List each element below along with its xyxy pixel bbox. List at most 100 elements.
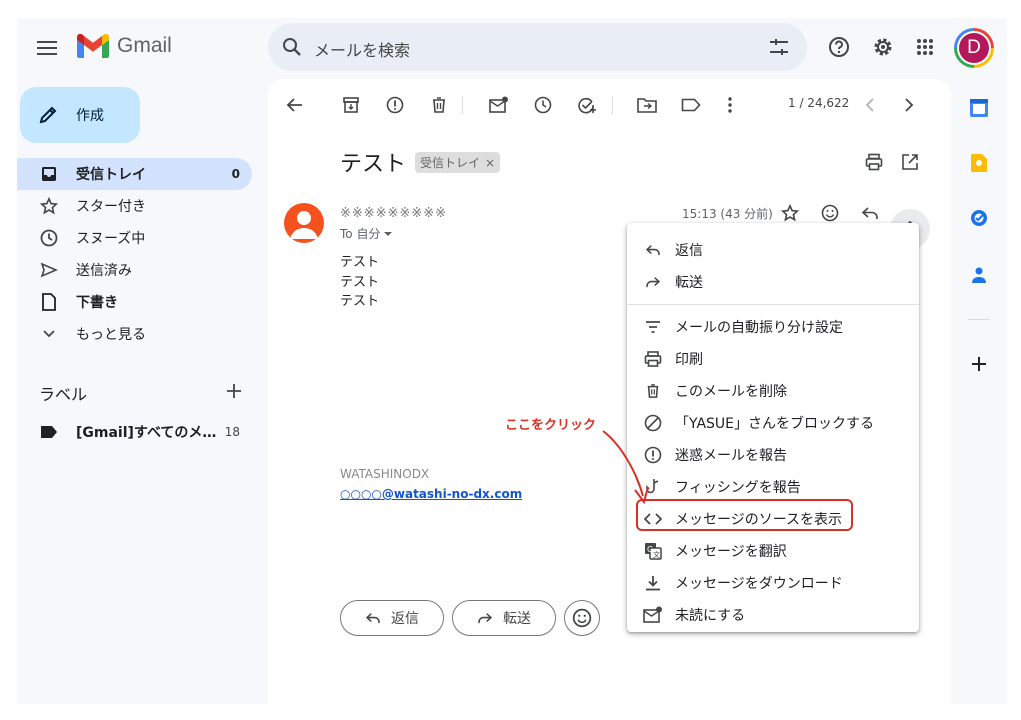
search-bar[interactable]: メールを検索 (268, 23, 807, 71)
menu-item-label: 迷惑メールを報告 (675, 448, 787, 464)
menu-item-label: 「YASUE」さんをブロックする (675, 416, 875, 432)
recipient-details[interactable]: To 自分 (340, 225, 393, 242)
report-spam-icon[interactable] (383, 93, 407, 117)
emoji-reaction-button[interactable] (564, 600, 600, 636)
search-options-icon[interactable] (767, 35, 791, 59)
gmail-app: Gmail メールを検索 D 作成 受信トレイ 0 スター付き スヌーズ中 送信… (17, 18, 1007, 704)
menu-item-translate[interactable]: G文 メッセージを翻訳 (627, 535, 919, 567)
sidebar-item-sent[interactable]: 送信済み (17, 254, 252, 286)
more-options-icon[interactable] (718, 93, 742, 117)
add-task-icon[interactable] (575, 93, 599, 117)
menu-item-label: メールの自動振り分け設定 (675, 320, 843, 336)
inbox-icon (39, 164, 59, 184)
email-time: 15:13 (43 分前) (682, 207, 773, 221)
forward-button[interactable]: 転送 (452, 600, 556, 636)
newer-chevron-icon[interactable] (858, 93, 882, 117)
sidebar-item-drafts[interactable]: 下書き (17, 286, 252, 318)
filter-icon (643, 317, 663, 337)
label-icon[interactable] (679, 93, 703, 117)
menu-item-report-spam[interactable]: 迷惑メールを報告 (627, 439, 919, 471)
message-context-menu: 返信 転送 メールの自動振り分け設定 印刷 このメールを削除 「YASUE」さん… (627, 223, 919, 632)
reply-icon (643, 240, 663, 260)
annotation-arrow-icon (602, 430, 649, 505)
star-message-icon[interactable] (778, 201, 802, 225)
compose-button[interactable]: 作成 (20, 87, 140, 143)
label-chip-text: 受信トレイ (420, 156, 481, 170)
menu-item-label: このメールを削除 (675, 384, 787, 400)
gmail-m-icon (77, 34, 109, 58)
label-item-all-mail[interactable]: [Gmail]すべてのメ… 18 (17, 416, 252, 448)
sidebar-item-starred[interactable]: スター付き (17, 190, 252, 222)
archive-icon[interactable] (339, 93, 363, 117)
body-line: テスト (340, 275, 380, 290)
calendar-icon[interactable] (968, 97, 990, 119)
help-icon[interactable] (827, 35, 851, 59)
signature-email-link[interactable]: ○○○○@watashi-no-dx.com (340, 487, 522, 501)
reply-button[interactable]: 返信 (340, 600, 444, 636)
account-avatar[interactable]: D (954, 28, 994, 68)
menu-item-forward[interactable]: 転送 (627, 266, 919, 298)
menu-item-label: メッセージを翻訳 (675, 544, 787, 560)
body-line: テスト (340, 294, 380, 309)
snooze-clock-icon[interactable] (531, 93, 555, 117)
remove-label-icon[interactable]: × (485, 156, 495, 170)
open-new-window-icon[interactable] (898, 150, 922, 174)
sender-name[interactable]: ※※※※※※※※※ (340, 206, 447, 221)
body-line: テスト (340, 255, 380, 270)
menu-item-label: フィッシングを報告 (675, 480, 801, 496)
chevron-down-icon (39, 324, 59, 344)
sidebar-item-inbox[interactable]: 受信トレイ 0 (17, 158, 252, 190)
recipient-text: To 自分 (340, 227, 381, 241)
emoji-react-icon[interactable] (818, 201, 842, 225)
sidebar-item-label: 受信トレイ (76, 167, 146, 183)
main-menu-icon[interactable] (35, 36, 59, 60)
annotation-highlight-box (636, 499, 853, 531)
sender-avatar[interactable] (284, 203, 324, 243)
reply-label: 返信 (391, 611, 419, 627)
menu-item-print[interactable]: 印刷 (627, 343, 919, 375)
forward-icon (478, 613, 493, 624)
menu-item-filter[interactable]: メールの自動振り分け設定 (627, 311, 919, 343)
settings-gear-icon[interactable] (871, 35, 895, 59)
mark-unread-icon[interactable] (487, 93, 511, 117)
menu-item-download[interactable]: メッセージをダウンロード (627, 567, 919, 599)
compose-label: 作成 (76, 108, 104, 124)
sidebar-item-label: スター付き (76, 199, 146, 215)
move-to-icon[interactable] (635, 93, 659, 117)
side-panel-divider (968, 319, 990, 320)
contacts-icon[interactable] (968, 264, 990, 286)
add-label-icon[interactable] (222, 379, 246, 403)
search-input[interactable]: メールを検索 (314, 37, 410, 61)
label-count: 18 (224, 425, 240, 439)
older-chevron-icon[interactable] (897, 93, 921, 117)
print-all-icon[interactable] (862, 150, 886, 174)
toolbar-divider (462, 96, 463, 114)
delete-trash-icon[interactable] (427, 93, 451, 117)
search-icon[interactable] (280, 35, 304, 59)
page-count: 1 / 24,622 (788, 96, 850, 110)
person-icon (290, 211, 318, 239)
sidebar-item-more[interactable]: もっと見る (17, 318, 252, 350)
signature-name: WATASHINODX (340, 467, 430, 481)
email-subject: テスト (340, 151, 407, 176)
menu-item-block[interactable]: 「YASUE」さんをブロックする (627, 407, 919, 439)
apps-grid-icon[interactable] (913, 35, 937, 59)
gmail-logo[interactable]: Gmail (77, 34, 172, 58)
add-addon-icon[interactable] (968, 353, 990, 375)
inbox-label-chip[interactable]: 受信トレイ × (415, 152, 501, 173)
draft-file-icon (39, 292, 59, 312)
reply-arrow-icon[interactable] (858, 201, 882, 225)
toolbar-divider (612, 96, 613, 114)
menu-item-mark-unread[interactable]: 未読にする (627, 599, 919, 631)
sidebar-item-label: 送信済み (76, 263, 132, 279)
forward-label: 転送 (503, 611, 531, 627)
menu-item-reply[interactable]: 返信 (627, 234, 919, 266)
sidebar-item-snoozed[interactable]: スヌーズ中 (17, 222, 252, 254)
svg-text:文: 文 (653, 550, 660, 559)
label-tag-icon (39, 422, 59, 442)
keep-icon[interactable] (968, 152, 990, 174)
labels-heading: ラベル (39, 385, 88, 404)
tasks-icon[interactable] (968, 207, 990, 229)
menu-item-delete[interactable]: このメールを削除 (627, 375, 919, 407)
back-arrow-icon[interactable] (283, 93, 307, 117)
